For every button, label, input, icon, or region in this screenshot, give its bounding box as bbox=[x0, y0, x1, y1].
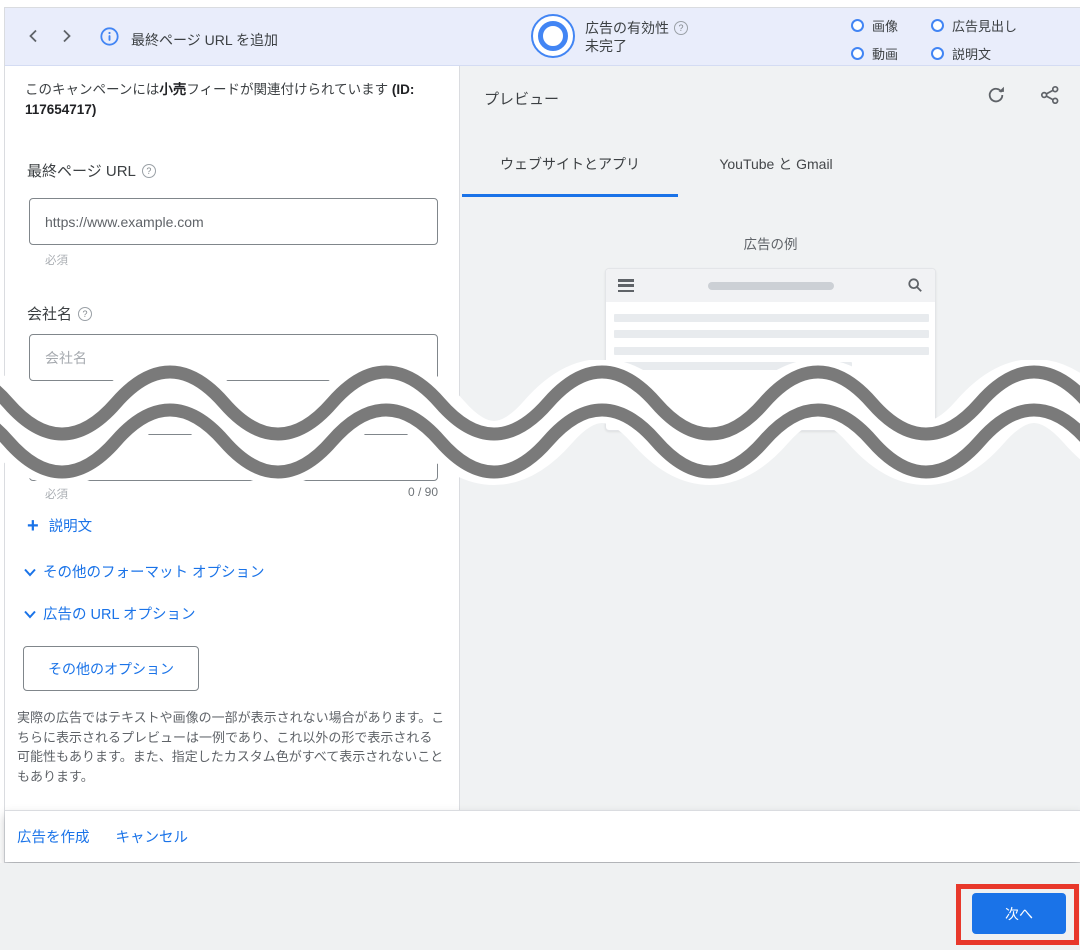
ad-preview-mock bbox=[605, 268, 936, 431]
asset-item-image: 画像 bbox=[851, 16, 898, 35]
search-icon bbox=[908, 278, 922, 292]
asset-checklist-col1: 画像 動画 bbox=[851, 16, 898, 63]
tab-websites-and-apps[interactable]: ウェブサイトとアプリ bbox=[460, 130, 680, 197]
ad-strength-label: 広告の有効性 bbox=[585, 20, 669, 36]
ad-mock-text-line bbox=[614, 314, 929, 322]
preview-panel: プレビュー ウェブサイトとアプリ YouTube と Gmail 広告の例 bbox=[459, 66, 1080, 810]
asset-item-description: 説明文 bbox=[931, 44, 1017, 63]
add-description-link[interactable]: + 説明文 bbox=[27, 515, 92, 536]
forward-chevron-icon[interactable] bbox=[58, 28, 74, 44]
ad-strength: 広告の有効性 ? 未完了 bbox=[585, 19, 688, 55]
help-icon[interactable]: ? bbox=[674, 21, 688, 35]
company-name-label: 会社名 ? bbox=[27, 303, 93, 324]
radio-circle-icon bbox=[931, 19, 944, 32]
create-ad-link[interactable]: 広告を作成 bbox=[17, 826, 90, 847]
format-options-toggle[interactable]: その他のフォーマット オプション bbox=[23, 561, 265, 582]
info-icon[interactable] bbox=[100, 27, 119, 46]
top-bar: 最終ページ URL を追加 広告の有効性 ? 未完了 画像 動画 広告見出し 説… bbox=[5, 8, 1080, 66]
share-icon[interactable] bbox=[1040, 85, 1060, 105]
asset-label: 説明文 bbox=[952, 47, 992, 62]
ad-mock-text-line bbox=[614, 362, 852, 370]
final-url-label-text: 最終ページ URL bbox=[27, 163, 136, 180]
step-title: 最終ページ URL を追加 bbox=[131, 32, 278, 48]
format-options-label: その他のフォーマット オプション bbox=[43, 565, 265, 581]
url-options-toggle[interactable]: 広告の URL オプション bbox=[23, 603, 196, 624]
preview-title: プレビュー bbox=[484, 91, 560, 108]
url-options-label: 広告の URL オプション bbox=[43, 607, 196, 623]
asset-item-headline: 広告見出し bbox=[931, 16, 1017, 35]
final-url-input[interactable] bbox=[29, 198, 438, 245]
description-required-note: 必須 bbox=[45, 489, 68, 501]
notice-bold-feed: 小売 bbox=[159, 82, 187, 97]
ad-strength-gauge-ring bbox=[538, 21, 568, 51]
refresh-icon[interactable] bbox=[986, 85, 1006, 105]
notice-text: このキャンペーンには bbox=[25, 82, 160, 97]
ad-sample-label: 広告の例 bbox=[743, 237, 798, 252]
asset-label: 動画 bbox=[872, 47, 899, 62]
form-footer-bar: 広告を作成 キャンセル bbox=[5, 810, 1080, 862]
radio-circle-icon bbox=[851, 47, 864, 60]
asset-checklist-col2: 広告見出し 説明文 bbox=[931, 16, 1017, 63]
radio-circle-icon bbox=[851, 19, 864, 32]
help-icon[interactable]: ? bbox=[141, 163, 156, 178]
ad-mock-text-line bbox=[614, 347, 929, 355]
add-description-label: 説明文 bbox=[48, 519, 93, 535]
ad-editor-page: { "topbar": { "title": "最終ページ URL を追加", … bbox=[0, 0, 1080, 950]
ad-editor-card: 最終ページ URL を追加 広告の有効性 ? 未完了 画像 動画 広告見出し 説… bbox=[4, 7, 1080, 863]
plus-icon: + bbox=[27, 514, 39, 537]
active-tab-indicator bbox=[462, 194, 678, 197]
notice-text: フィードが関連付けられています bbox=[186, 82, 392, 97]
company-name-input[interactable] bbox=[29, 334, 438, 381]
final-url-label: 最終ページ URL ? bbox=[27, 160, 156, 181]
description-char-counter: 0 / 90 bbox=[407, 485, 438, 499]
bottom-action-band bbox=[0, 863, 1080, 950]
ad-form-panel: このキャンペーンには小売フィードが関連付けられています (ID: 1176547… bbox=[5, 66, 459, 810]
main-area: このキャンペーンには小売フィードが関連付けられています (ID: 1176547… bbox=[5, 66, 1080, 810]
more-options-button[interactable]: その他のオプション bbox=[23, 646, 199, 691]
tab-youtube-and-gmail[interactable]: YouTube と Gmail bbox=[680, 130, 872, 197]
preview-disclaimer: 実際の広告ではテキストや画像の一部が表示されない場合があります。こちらに表示され… bbox=[17, 710, 445, 784]
radio-circle-icon bbox=[931, 47, 944, 60]
next-button[interactable]: 次へ bbox=[972, 893, 1066, 934]
description-input[interactable] bbox=[29, 434, 438, 481]
chevron-down-icon bbox=[24, 568, 36, 576]
help-icon[interactable]: ? bbox=[78, 306, 93, 321]
campaign-feed-notice: このキャンペーンには小売フィードが関連付けられています (ID: 1176547… bbox=[25, 80, 439, 120]
back-chevron-icon[interactable] bbox=[26, 28, 42, 44]
ad-mock-text-line bbox=[614, 330, 929, 338]
asset-item-video: 動画 bbox=[851, 44, 898, 63]
ad-strength-status: 未完了 bbox=[585, 38, 627, 54]
company-name-label-text: 会社名 bbox=[27, 306, 73, 323]
asset-label: 広告見出し bbox=[952, 19, 1018, 34]
ad-strength-gauge bbox=[531, 14, 575, 58]
asset-label: 画像 bbox=[872, 19, 899, 34]
chevron-down-icon bbox=[24, 610, 36, 618]
ad-mock-header bbox=[606, 269, 935, 302]
hamburger-menu-icon bbox=[618, 279, 634, 295]
ad-mock-searchbar bbox=[708, 282, 834, 290]
final-url-required-note: 必須 bbox=[45, 255, 68, 267]
cancel-link[interactable]: キャンセル bbox=[116, 826, 189, 847]
